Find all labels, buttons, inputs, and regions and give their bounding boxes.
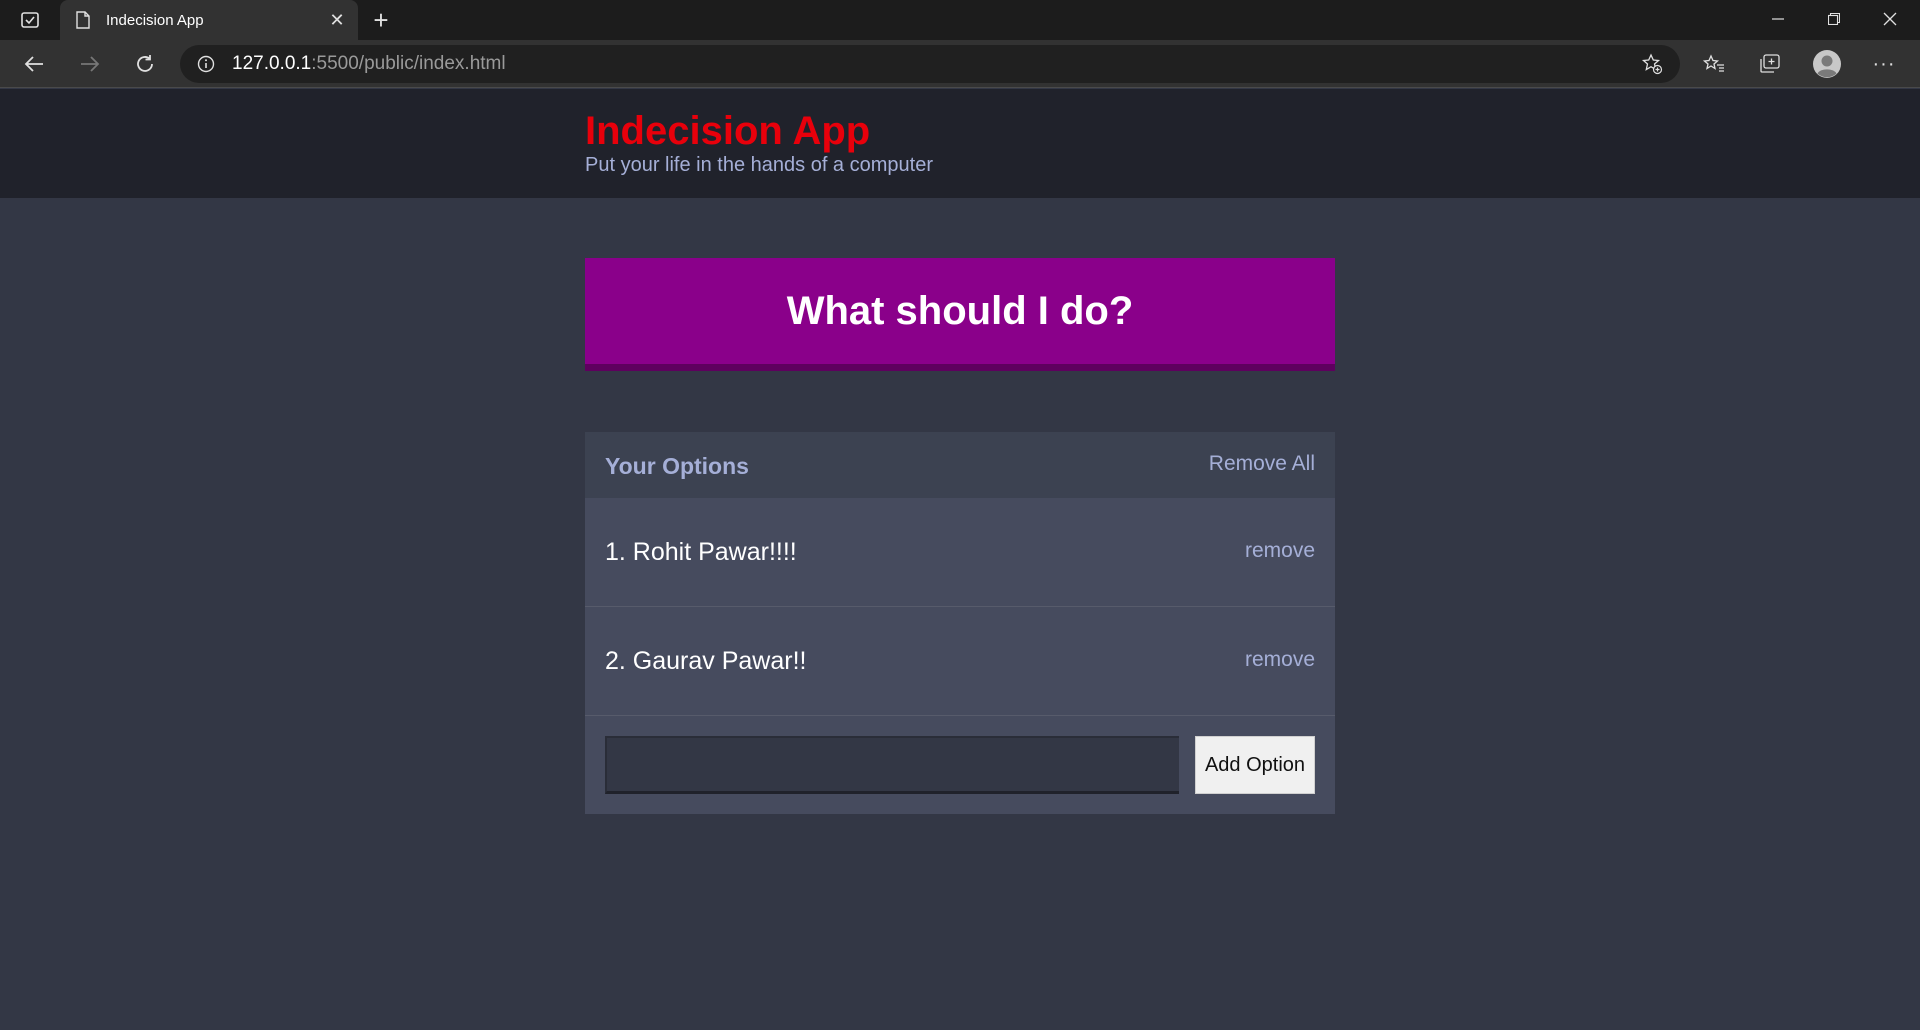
browser-tab[interactable]: Indecision App ✕	[60, 0, 358, 40]
option-item: 2. Gaurav Pawar!! remove	[585, 607, 1335, 716]
app-title: Indecision App	[585, 109, 871, 153]
option-text: 2. Gaurav Pawar!!	[605, 647, 807, 675]
app-header: Indecision App Put your life in the hand…	[0, 89, 1920, 198]
reload-icon[interactable]	[127, 48, 163, 80]
tab-title: Indecision App	[106, 11, 204, 29]
new-tab-icon[interactable]: +	[366, 5, 396, 35]
option-item: 1. Rohit Pawar!!!! remove	[585, 498, 1335, 607]
options-header: Your Options Remove All	[585, 432, 1335, 498]
favorites-icon[interactable]	[1696, 48, 1732, 80]
url-host: 127.0.0.1	[232, 53, 312, 74]
options-title: Your Options	[605, 453, 749, 479]
option-text: 1. Rohit Pawar!!!!	[605, 538, 797, 566]
remove-option-button[interactable]: remove	[1245, 648, 1315, 672]
add-favorite-icon[interactable]	[1640, 53, 1664, 75]
page-icon	[74, 10, 92, 30]
remove-option-button[interactable]: remove	[1245, 539, 1315, 563]
collections-icon[interactable]	[1752, 48, 1788, 80]
url-text: 127.0.0.1:5500/public/index.html	[232, 53, 506, 75]
url-path: :5500/public/index.html	[311, 53, 506, 74]
tab-actions-icon[interactable]	[18, 10, 42, 30]
address-bar[interactable]: 127.0.0.1:5500/public/index.html	[180, 45, 1680, 83]
options-widget: Your Options Remove All 1. Rohit Pawar!!…	[585, 432, 1335, 814]
info-icon[interactable]	[196, 54, 216, 74]
more-menu-icon[interactable]: ···	[1866, 48, 1902, 80]
close-window-icon[interactable]	[1862, 0, 1918, 38]
app-subtitle: Put your life in the hands of a computer	[585, 154, 933, 176]
back-arrow-icon[interactable]	[16, 48, 52, 80]
option-input[interactable]	[605, 736, 1179, 794]
browser-toolbar: 127.0.0.1:5500/public/index.html ···	[0, 40, 1920, 88]
profile-avatar-icon[interactable]	[1809, 48, 1845, 80]
browser-tab-bar: Indecision App ✕ +	[0, 0, 1920, 40]
remove-all-button[interactable]: Remove All	[1209, 452, 1315, 476]
what-should-i-do-button[interactable]: What should I do?	[585, 258, 1335, 371]
add-option-form: Add Option	[585, 716, 1335, 814]
minimize-icon[interactable]	[1750, 0, 1806, 38]
add-option-button[interactable]: Add Option	[1195, 736, 1315, 794]
forward-arrow-icon[interactable]	[72, 48, 108, 80]
close-tab-icon[interactable]: ✕	[322, 5, 352, 35]
restore-icon[interactable]	[1806, 0, 1862, 38]
